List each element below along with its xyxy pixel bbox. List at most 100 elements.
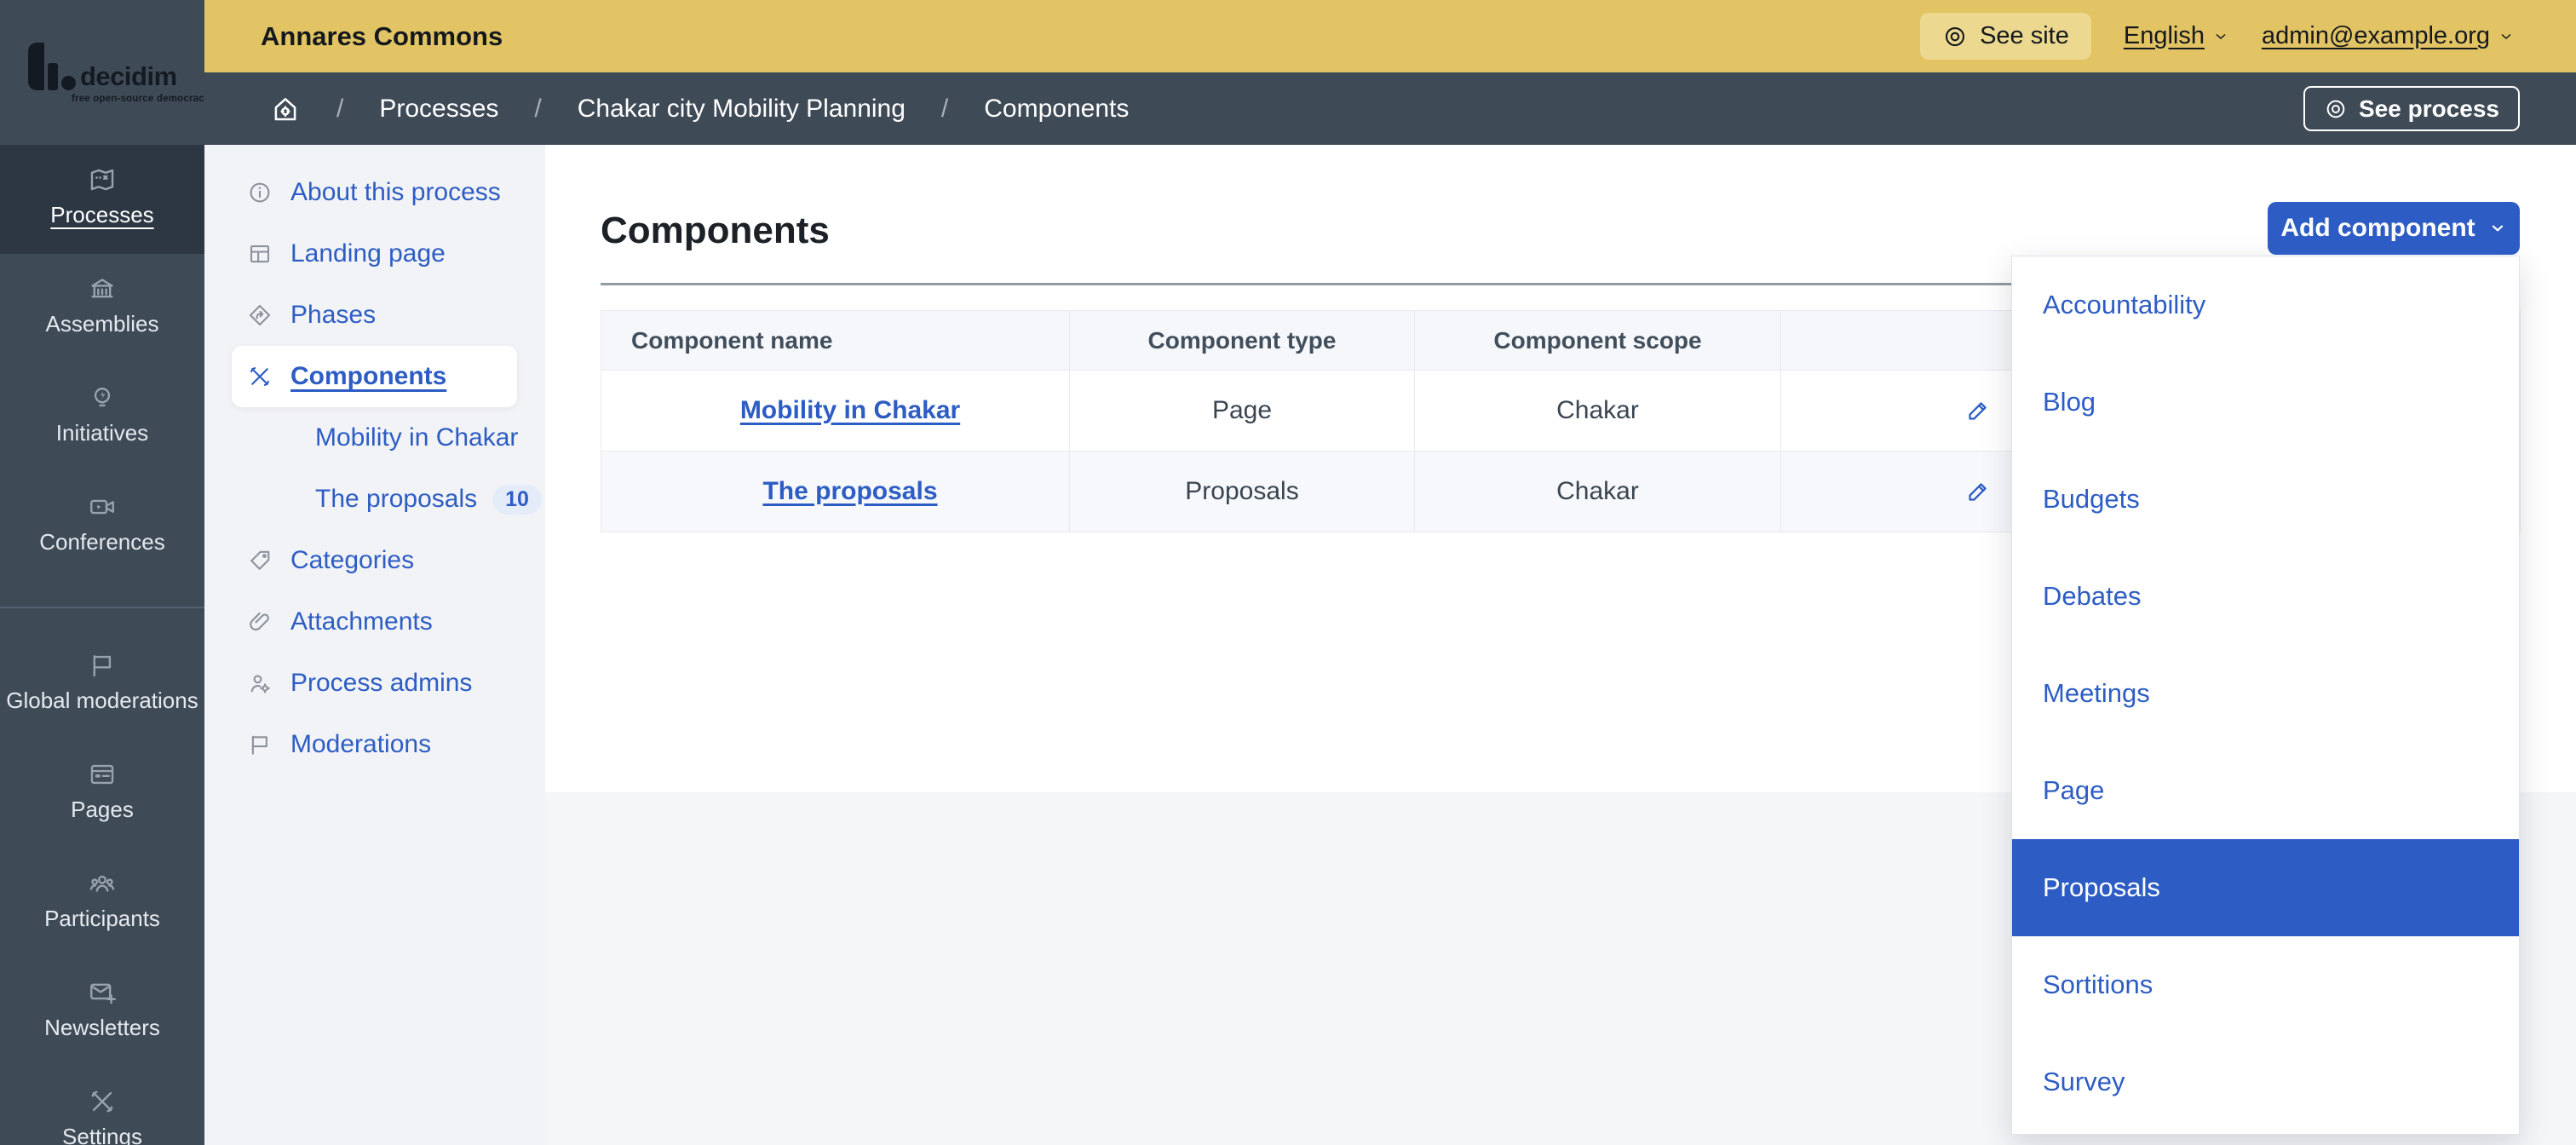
top-bar: Annares Commons See site English admin@e… (204, 0, 2576, 72)
breadcrumb: / Processes / Chakar city Mobility Plann… (270, 94, 1129, 124)
chevron-down-icon (2498, 28, 2515, 45)
breadcrumb-separator: / (336, 95, 343, 124)
sidebar-group-global: Global moderations Pages Participants Ne… (0, 608, 204, 1145)
sidebar-item-label: Global moderations (6, 688, 198, 714)
menu-item-attachments[interactable]: Attachments (204, 591, 545, 653)
decidim-admin-app: decidim free open-source democracy Annar… (0, 0, 2576, 1145)
logo-shape (48, 63, 58, 90)
menu-item-mobility-in-chakar[interactable]: Mobility in Chakar (204, 407, 545, 469)
menu-item-label: Landing page (290, 239, 446, 268)
menu-item-label: Attachments (290, 607, 433, 636)
menu-item-process-admins[interactable]: Process admins (204, 653, 545, 714)
sidebar-item-label: Processes (50, 202, 153, 228)
dropdown-item-sortitions[interactable]: Sortitions (2012, 936, 2519, 1033)
sidebar-item-settings[interactable]: Settings (0, 1067, 204, 1145)
sidebar-item-label: Pages (71, 797, 134, 823)
sidebar-item-participants[interactable]: Participants (0, 849, 204, 958)
breadcrumb-components[interactable]: Components (984, 95, 1129, 124)
breadcrumb-processes[interactable]: Processes (379, 95, 498, 124)
edit-pencil-icon[interactable] (1964, 478, 1992, 505)
home-icon[interactable] (270, 94, 301, 124)
breadcrumb-bar: / Processes / Chakar city Mobility Plann… (204, 72, 2576, 145)
header-component-scope: Component scope (1415, 311, 1781, 371)
menu-item-label: About this process (290, 178, 501, 207)
breadcrumb-separator: / (941, 95, 948, 124)
see-site-label: See site (1980, 22, 2069, 50)
component-scope-cell: Chakar (1415, 371, 1781, 452)
sidebar-item-processes[interactable]: Processes (0, 145, 204, 254)
dropdown-item-proposals[interactable]: Proposals (2012, 839, 2519, 936)
people-icon (88, 869, 117, 898)
paperclip-icon (247, 609, 273, 635)
sidebar-item-conferences[interactable]: Conferences (0, 472, 204, 581)
menu-item-the-proposals[interactable]: The proposals 10 (204, 469, 545, 530)
edit-pencil-icon[interactable] (1964, 397, 1992, 424)
menu-item-components[interactable]: Components (232, 346, 517, 407)
account-dropdown[interactable]: admin@example.org (2262, 22, 2515, 50)
dropdown-item-accountability[interactable]: Accountability (2012, 256, 2519, 354)
tag-icon (247, 548, 273, 573)
menu-item-landing-page[interactable]: Landing page (204, 223, 545, 285)
see-process-button[interactable]: See process (2303, 86, 2520, 131)
sidebar-item-label: Conferences (39, 529, 164, 555)
chevron-down-icon (2488, 219, 2507, 238)
sidebar-item-initiatives[interactable]: Initiatives (0, 363, 204, 472)
breadcrumb-process-name[interactable]: Chakar city Mobility Planning (578, 95, 906, 124)
header-component-type: Component type (1070, 311, 1415, 371)
process-menu: About this process Landing page Phases C… (204, 145, 545, 1145)
component-type-cell: Proposals (1070, 452, 1415, 532)
component-link[interactable]: The proposals (762, 477, 937, 505)
see-process-label: See process (2359, 95, 2499, 123)
menu-item-label: Phases (290, 301, 376, 330)
organization-title: Annares Commons (261, 21, 503, 52)
sidebar-item-assemblies[interactable]: Assemblies (0, 254, 204, 363)
menu-item-moderations[interactable]: Moderations (204, 714, 545, 775)
header-component-name: Component name (601, 311, 1070, 371)
decidim-logo[interactable]: decidim (28, 43, 177, 90)
account-label: admin@example.org (2262, 22, 2490, 50)
map-icon (88, 165, 117, 194)
sidebar-item-label: Participants (44, 906, 160, 932)
dropdown-item-debates[interactable]: Debates (2012, 548, 2519, 645)
sidebar-item-pages[interactable]: Pages (0, 739, 204, 849)
dropdown-item-meetings[interactable]: Meetings (2012, 645, 2519, 742)
menu-item-label: Moderations (290, 730, 431, 759)
count-badge: 10 (492, 485, 542, 515)
menu-item-about[interactable]: About this process (204, 162, 545, 223)
dropdown-item-survey[interactable]: Survey (2012, 1033, 2519, 1131)
add-component-dropdown: Accountability Blog Budgets Debates Meet… (2011, 256, 2520, 1135)
see-site-button[interactable]: See site (1920, 13, 2091, 60)
info-icon (247, 180, 273, 205)
component-scope-cell: Chakar (1415, 452, 1781, 532)
menu-item-label: The proposals (315, 485, 477, 514)
add-component-button[interactable]: Add component (2268, 202, 2520, 255)
sidebar-item-global-moderations[interactable]: Global moderations (0, 630, 204, 739)
menu-item-label: Process admins (290, 669, 472, 698)
component-link[interactable]: Mobility in Chakar (740, 396, 960, 424)
eye-icon (2324, 97, 2348, 121)
dropdown-item-page[interactable]: Page (2012, 742, 2519, 839)
menu-item-label: Components (290, 362, 446, 391)
menu-item-categories[interactable]: Categories (204, 530, 545, 591)
tools-icon (88, 1087, 117, 1116)
language-label: English (2124, 22, 2205, 50)
tools-icon (247, 364, 273, 389)
menu-item-phases[interactable]: Phases (204, 285, 545, 346)
sidebar-item-label: Assemblies (46, 311, 159, 337)
menu-item-label: Mobility in Chakar (315, 423, 518, 452)
phases-icon (247, 302, 273, 328)
language-dropdown[interactable]: English (2124, 22, 2229, 50)
sidebar-item-label: Newsletters (44, 1015, 160, 1041)
breadcrumb-separator: / (534, 95, 541, 124)
logo-area: decidim free open-source democracy (0, 0, 204, 145)
sidebar-item-label: Settings (62, 1124, 142, 1145)
dropdown-item-budgets[interactable]: Budgets (2012, 451, 2519, 548)
lightbulb-icon (88, 383, 117, 412)
sidebar-item-newsletters[interactable]: Newsletters (0, 958, 204, 1067)
logo-wordmark: decidim (80, 63, 177, 90)
bank-icon (88, 274, 117, 303)
mail-plus-icon (88, 978, 117, 1007)
menu-item-label: Categories (290, 546, 414, 575)
dropdown-item-blog[interactable]: Blog (2012, 354, 2519, 451)
component-type-cell: Page (1070, 371, 1415, 452)
